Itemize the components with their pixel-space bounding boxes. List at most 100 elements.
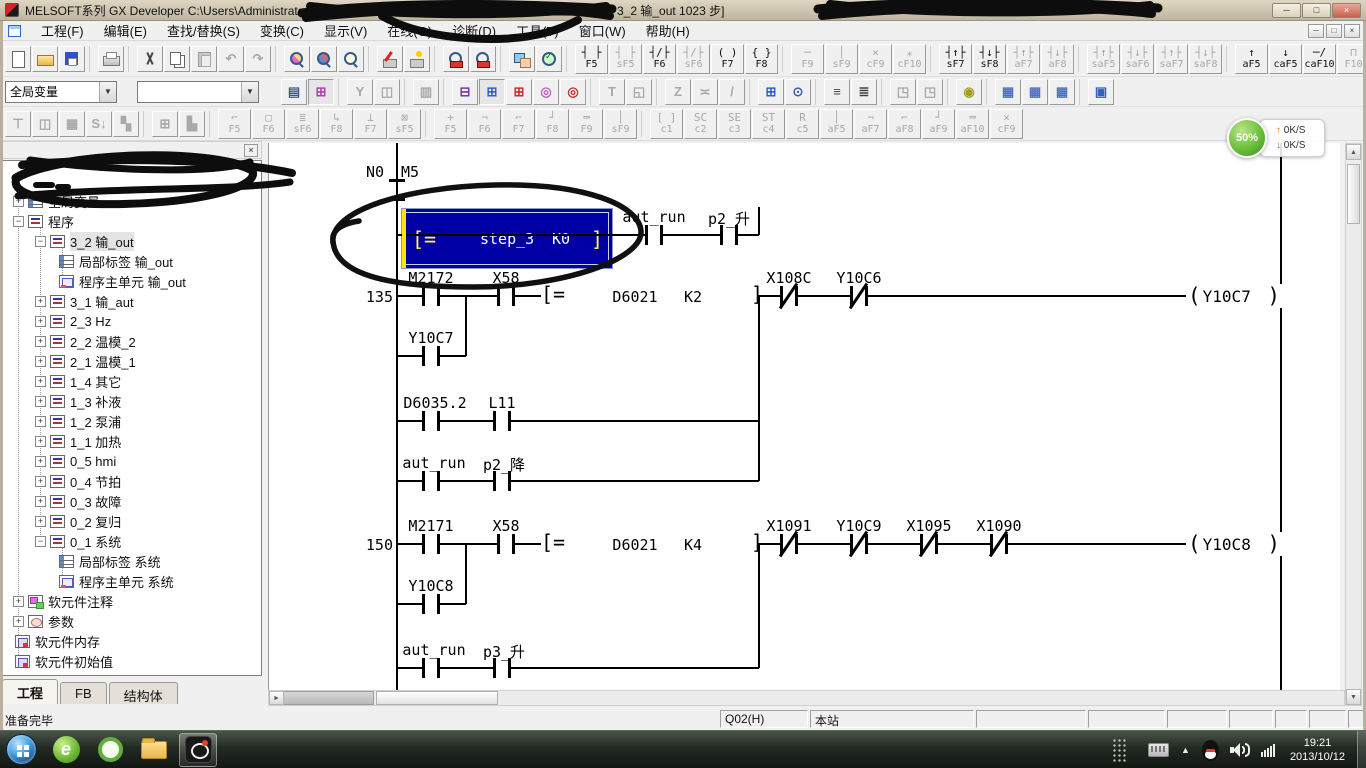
- tree-item[interactable]: +3_1 输_aut: [3, 291, 261, 311]
- tree-item[interactable]: +0_4 节拍: [3, 471, 261, 491]
- saF6-button[interactable]: ┤↓├saF6: [1121, 44, 1154, 74]
- c2-button[interactable]: SCc2: [684, 109, 717, 139]
- jump-window-button[interactable]: ◳: [890, 79, 916, 105]
- tree-item[interactable]: 程序主单元 系统: [3, 571, 261, 591]
- aF8-button[interactable]: ⌐aF8: [888, 109, 921, 139]
- tree-item[interactable]: +参数: [3, 611, 261, 631]
- sampling-trace-button[interactable]: ⊙: [785, 79, 811, 105]
- sF6-button[interactable]: ≣sF6: [286, 109, 319, 139]
- device-grid-button[interactable]: ⊞: [758, 79, 784, 105]
- tree-item[interactable]: +2_2 温模_2: [3, 331, 261, 351]
- F8-button[interactable]: ↳F8: [320, 109, 353, 139]
- ladder-canvas[interactable]: [= step_3 K0 ] N0M5aut_runp2_升135M2172X5…: [268, 143, 1340, 690]
- variable-scope-combobox[interactable]: 全局变量▼: [5, 81, 117, 103]
- sort-steps-button[interactable]: S↓: [86, 111, 112, 137]
- tree-new-button[interactable]: ⊞: [479, 79, 505, 105]
- F6-button[interactable]: ¬F6: [468, 109, 501, 139]
- branch-view-button[interactable]: Y: [347, 79, 373, 105]
- tree-item[interactable]: 局部标签 系统: [3, 551, 261, 571]
- ladder-view-button[interactable]: ⊟: [452, 79, 478, 105]
- start-button[interactable]: [6, 734, 37, 765]
- verify-with-plc-button[interactable]: [404, 46, 430, 72]
- window-edit-button[interactable]: ◫: [374, 79, 400, 105]
- mdi-minimize-button[interactable]: ─: [1308, 24, 1324, 38]
- chevron-down-icon[interactable]: ▼: [99, 82, 116, 102]
- menu-窗口(W)[interactable]: 窗口(W): [569, 19, 636, 42]
- sF5-button[interactable]: ┤ ├sF5: [609, 44, 642, 74]
- close-button[interactable]: ×: [1332, 3, 1361, 18]
- block-list-button[interactable]: ▚: [113, 111, 139, 137]
- sF5-button[interactable]: ⊠sF5: [388, 109, 421, 139]
- tree-expander[interactable]: +: [35, 456, 46, 467]
- tree-item[interactable]: +1_2 泵浦: [3, 411, 261, 431]
- F9-button[interactable]: ─F9: [791, 44, 824, 74]
- jump-window2-button[interactable]: ◳: [917, 79, 943, 105]
- c4-button[interactable]: STc4: [752, 109, 785, 139]
- label-program-view-button[interactable]: ▤: [281, 79, 307, 105]
- compare-instruction-selected[interactable]: [= step_3 K0 ]: [401, 208, 613, 269]
- window-close-all-button[interactable]: ◱: [626, 79, 652, 105]
- device-test1-button[interactable]: ▦: [995, 79, 1021, 105]
- tree-item[interactable]: +全局变量: [3, 191, 261, 211]
- c1-button[interactable]: [ ]c1: [650, 109, 683, 139]
- tree-expander[interactable]: +: [35, 416, 46, 427]
- F8-button[interactable]: { }F8: [745, 44, 778, 74]
- list-view-button[interactable]: ▥: [413, 79, 439, 105]
- taskbar-clock[interactable]: 19:212013/10/12: [1290, 736, 1345, 764]
- undo-button[interactable]: ↶: [218, 46, 244, 72]
- sF6-button[interactable]: ┤/├sF6: [677, 44, 710, 74]
- menu-编辑(E)[interactable]: 编辑(E): [94, 19, 157, 42]
- tree-expander[interactable]: +: [35, 356, 46, 367]
- monitor-panel-button[interactable]: ▣: [1088, 79, 1114, 105]
- tree-expander[interactable]: +: [35, 336, 46, 347]
- splitter-handle[interactable]: [269, 691, 374, 705]
- caF5-button[interactable]: ↓caF5: [1269, 44, 1302, 74]
- close-icon[interactable]: ×: [244, 144, 258, 157]
- saF8-button[interactable]: ┤↓├saF8: [1189, 44, 1222, 74]
- cF9-button[interactable]: ×cF9: [859, 44, 892, 74]
- monitor-start-button[interactable]: [443, 46, 469, 72]
- volume-icon[interactable]: [1230, 741, 1252, 759]
- tree-expander[interactable]: −: [13, 216, 24, 227]
- menu-帮助(H)[interactable]: 帮助(H): [636, 19, 700, 42]
- tree-expander[interactable]: +: [35, 396, 46, 407]
- maximize-button[interactable]: □: [1302, 3, 1331, 18]
- aF7-button[interactable]: ¬aF7: [854, 109, 887, 139]
- project-tree-toggle-button[interactable]: ⊞: [308, 79, 334, 105]
- F7-button[interactable]: ( )F7: [711, 44, 744, 74]
- menu-显示(V)[interactable]: 显示(V): [314, 19, 377, 42]
- menu-工具(T)[interactable]: 工具(T): [506, 19, 569, 42]
- device-test3-button[interactable]: ▦: [1049, 79, 1075, 105]
- F7-button[interactable]: ⊥F7: [354, 109, 387, 139]
- find-edit-button[interactable]: ◎: [560, 79, 586, 105]
- tree-item[interactable]: −3_2 输_out: [3, 231, 261, 251]
- tree-expander[interactable]: −: [35, 536, 46, 547]
- write-to-plc-button[interactable]: [377, 46, 403, 72]
- tree-item[interactable]: 软元件初始值: [3, 651, 261, 671]
- contact-align-button[interactable]: ≍: [692, 79, 718, 105]
- zoom-tool-button[interactable]: Z: [665, 79, 691, 105]
- insert-row-button[interactable]: ⊤: [5, 111, 31, 137]
- aF10-button[interactable]: ═aF10: [956, 109, 989, 139]
- tree-item[interactable]: +2_3 Hz: [3, 311, 261, 331]
- F5-button[interactable]: +F5: [434, 109, 467, 139]
- tree-item[interactable]: +0_5 hmi: [3, 451, 261, 471]
- tree-expander[interactable]: +: [35, 476, 46, 487]
- tree-expander[interactable]: +: [35, 376, 46, 387]
- taskbar-annotation-tool[interactable]: [179, 733, 217, 767]
- vertical-scrollbar[interactable]: ▲ ▼: [1345, 143, 1362, 706]
- cF9-button[interactable]: ×cF9: [990, 109, 1023, 139]
- cF10-button[interactable]: ⁎cF10: [893, 44, 926, 74]
- tree-expander[interactable]: +: [13, 196, 24, 207]
- tree-item[interactable]: +2_1 温模_1: [3, 351, 261, 371]
- tree-item[interactable]: 软元件内存: [3, 631, 261, 651]
- caF10-button[interactable]: ─/caF10: [1303, 44, 1336, 74]
- tree-expander[interactable]: +: [13, 596, 24, 607]
- mdi-child-icon[interactable]: [8, 25, 21, 37]
- tree-item[interactable]: +0_2 复归: [3, 511, 261, 531]
- tab-结构体[interactable]: 结构体: [109, 682, 178, 704]
- minimize-button[interactable]: ─: [1272, 3, 1301, 18]
- scroll-down-icon[interactable]: ▼: [1346, 689, 1361, 705]
- find-circle-button[interactable]: ◉: [956, 79, 982, 105]
- tree-item[interactable]: +1_4 其它: [3, 371, 261, 391]
